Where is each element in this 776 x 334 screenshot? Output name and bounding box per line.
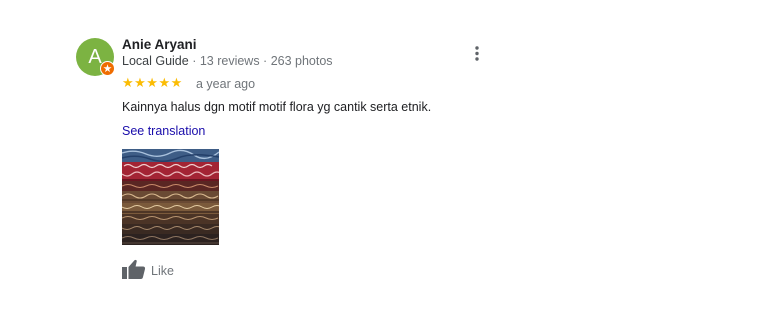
meta-separator: · [188, 54, 200, 68]
photo-count: 263 photos [270, 54, 333, 68]
more-vert-icon [475, 46, 479, 61]
batik-fabric-photo [122, 149, 219, 245]
local-guide-label: Local Guide [122, 54, 189, 68]
local-guide-badge-icon [100, 61, 115, 76]
author-name[interactable]: Anie Aryani [122, 37, 197, 52]
review-text: Kainnya halus dgn motif motif flora yg c… [122, 100, 432, 114]
review-count: 13 reviews [199, 54, 260, 68]
see-translation-link[interactable]: See translation [122, 124, 205, 138]
like-label: Like [151, 264, 174, 278]
meta-separator: · [259, 54, 271, 68]
author-meta: Local Guide · 13 reviews · 263 photos [122, 54, 333, 68]
thumbs-up-icon [122, 259, 146, 279]
review-card: A Anie Aryani Local Guide · 13 reviews ·… [0, 0, 776, 334]
review-age: a year ago [196, 77, 256, 91]
more-options-button[interactable] [471, 44, 483, 64]
star-rating: ★★★★★ [122, 75, 183, 90]
review-photo[interactable] [122, 149, 219, 245]
